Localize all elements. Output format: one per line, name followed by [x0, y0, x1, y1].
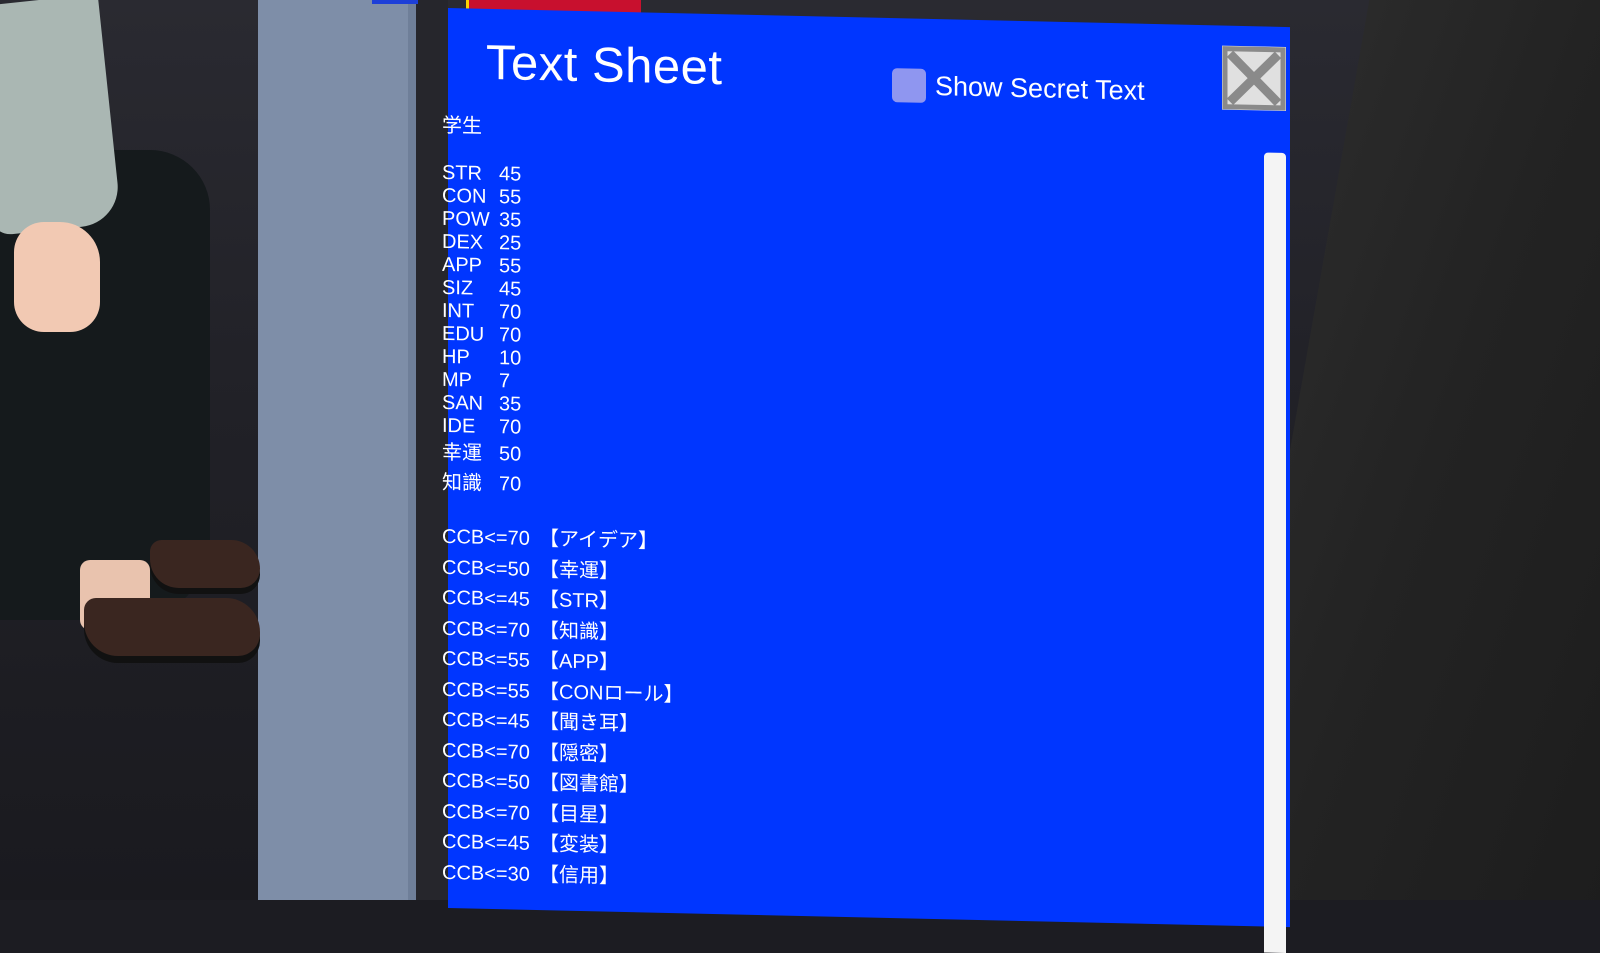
- check-label: 【変装】: [539, 833, 619, 857]
- stat-value: 70: [499, 416, 522, 439]
- stat-value: 35: [499, 209, 522, 232]
- check-command: CCB<=50: [442, 556, 530, 581]
- vertical-scrollbar[interactable]: [1264, 152, 1286, 953]
- check-command: CCB<=45: [442, 708, 530, 733]
- panel-title: Text Sheet: [486, 35, 723, 96]
- check-label: 【幸運】: [539, 558, 619, 583]
- stat-key: MP: [442, 368, 472, 392]
- stat-key: EDU: [442, 322, 485, 346]
- secret-text-checkbox[interactable]: [892, 68, 926, 103]
- check-label: 【APP】: [539, 650, 620, 674]
- check-label: 【目星】: [539, 802, 619, 827]
- stat-key: 幸運: [442, 441, 482, 465]
- blue-strip: [372, 0, 418, 4]
- skill-check-list: CCB<=70 【アイデア】 CCB<=50 【幸運】 CCB<=45 【STR】 C…: [442, 522, 1242, 906]
- stat-key: INT: [442, 299, 475, 323]
- stat-key: POW: [442, 207, 490, 231]
- check-command: CCB<=55: [442, 647, 530, 672]
- show-secret-text-toggle[interactable]: Show Secret Text: [892, 68, 1145, 108]
- check-command: CCB<=55: [442, 678, 530, 703]
- check-label: 【信用】: [539, 863, 619, 888]
- stat-key: IDE: [442, 414, 476, 438]
- check-command: CCB<=45: [442, 830, 530, 855]
- stat-key: HP: [442, 345, 470, 369]
- stat-value: 10: [499, 347, 522, 370]
- stat-key: 知識: [442, 471, 482, 495]
- stat-value: 45: [499, 163, 522, 186]
- check-label: 【知識】: [539, 619, 619, 644]
- stat-value: 35: [499, 393, 522, 416]
- check-command: CCB<=70: [442, 525, 530, 550]
- stat-value: 55: [499, 255, 522, 278]
- secret-text-label: Show Secret Text: [935, 70, 1145, 106]
- check-command: CCB<=30: [442, 861, 530, 886]
- stat-value: 45: [499, 278, 522, 301]
- stat-value: 55: [499, 186, 522, 209]
- stats-list: STR 45 CON 55 POW 35 DEX 25 APP 55 SIZ 45 INT 7…: [442, 162, 1242, 516]
- check-command: CCB<=70: [442, 617, 530, 642]
- stat-value: 70: [499, 301, 522, 324]
- stat-key: CON: [442, 184, 487, 208]
- check-label: 【聞き耳】: [539, 711, 639, 736]
- close-x-icon: [1222, 46, 1286, 111]
- stat-key: DEX: [442, 230, 484, 254]
- stat-key: SIZ: [442, 276, 474, 300]
- check-command: CCB<=50: [442, 769, 530, 794]
- check-command: CCB<=70: [442, 800, 530, 825]
- check-label: 【CONロール】: [539, 680, 684, 706]
- check-label: 【アイデア】: [539, 528, 658, 553]
- close-button[interactable]: [1222, 45, 1286, 112]
- text-sheet-panel: Text Sheet Show Secret Text 学生 STR 45 CON…: [442, 8, 1290, 953]
- check-command: CCB<=70: [442, 739, 530, 764]
- stat-key: APP: [442, 253, 483, 277]
- stat-value: 7: [499, 370, 511, 393]
- check-command: CCB<=45: [442, 586, 530, 611]
- pillar: [258, 0, 418, 900]
- stat-key: SAN: [442, 391, 484, 415]
- check-label: 【STR】: [539, 589, 619, 613]
- stat-value: 70: [499, 324, 522, 347]
- avatar-hand: [14, 222, 100, 332]
- stat-value: 70: [499, 473, 522, 496]
- avatar-shoe: [150, 540, 260, 588]
- character-name: 学生: [442, 114, 482, 138]
- stat-value: 25: [499, 232, 522, 255]
- check-label: 【図書館】: [539, 772, 639, 797]
- stat-value: 50: [499, 443, 522, 466]
- sheet-content: 学生 STR 45 CON 55 POW 35 DEX 25 APP 55 SIZ 45 I…: [442, 112, 1242, 906]
- check-label: 【隠密】: [539, 741, 619, 766]
- avatar-shoe: [84, 598, 260, 656]
- stat-key: STR: [442, 161, 482, 185]
